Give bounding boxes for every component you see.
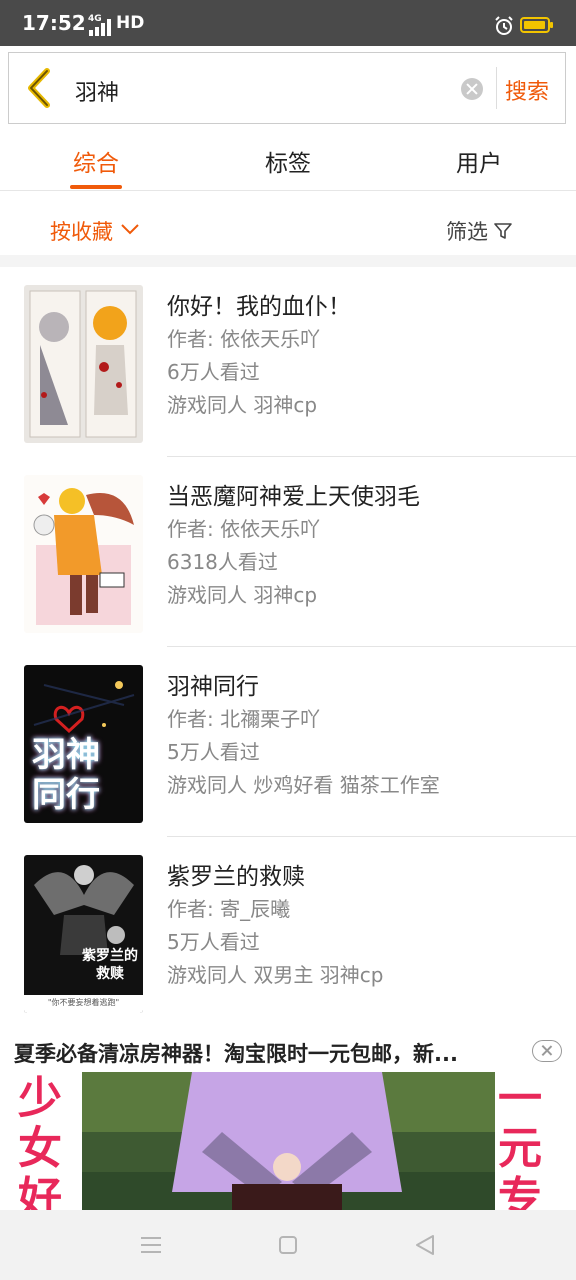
item-author: 作者: 寄_辰曦: [167, 897, 291, 921]
item-views: 6万人看过: [167, 360, 260, 384]
list-item[interactable]: 羽神 同行 羽神同行 作者: 北禰栗子吖 5万人看过 游戏同人 炒鸡好看 猫茶工作…: [0, 647, 576, 837]
home-icon[interactable]: [278, 1235, 298, 1255]
list-item[interactable]: 你好！我的血仆！ 作者: 依依天乐吖 6万人看过 游戏同人 羽神cp: [0, 267, 576, 457]
menu-icon[interactable]: [140, 1235, 162, 1255]
list-item[interactable]: 紫罗兰的 救赎 "你不要妄想着逃跑" 紫罗兰的救赎 作者: 寄_辰曦 5万人看过 …: [0, 837, 576, 1027]
section-gap: [0, 255, 576, 267]
status-time: 17:52: [22, 11, 86, 35]
chevron-down-icon[interactable]: [120, 223, 140, 235]
system-nav-bar: [0, 1210, 576, 1280]
search-input[interactable]: 羽神: [75, 75, 119, 107]
tab-indicator: [70, 185, 122, 189]
back-icon[interactable]: [414, 1234, 436, 1256]
battery-icon: [520, 17, 553, 33]
item-author: 作者: 北禰栗子吖: [167, 707, 321, 731]
filter-button[interactable]: 筛选: [446, 216, 488, 246]
clear-icon[interactable]: [461, 78, 483, 100]
filter-icon[interactable]: [494, 222, 512, 240]
sort-bar: 按收藏 筛选: [0, 191, 576, 255]
ad-banner-left-text: 少女好: [18, 1073, 62, 1211]
signal-icon: [89, 19, 111, 36]
cover-image: 羽神 同行: [24, 665, 143, 823]
item-tags: 游戏同人 双男主 羽神cp: [167, 963, 384, 987]
chevron-left-icon[interactable]: [23, 67, 55, 109]
cover-art: [24, 865, 143, 1013]
ad-banner[interactable]: 少女好 一元专: [0, 1072, 576, 1210]
cover-image: [24, 475, 143, 633]
item-tags: 游戏同人 羽神cp: [167, 583, 318, 607]
cover-caption: "你不要妄想着逃跑": [47, 998, 120, 1007]
item-views: 5万人看过: [167, 740, 260, 764]
search-bar: 羽神 搜索: [8, 52, 566, 124]
item-tags: 游戏同人 炒鸡好看 猫茶工作室: [167, 773, 440, 797]
status-bar: 17:52 4G HD: [0, 0, 576, 46]
tab-users[interactable]: 用户: [419, 144, 539, 178]
item-views: 5万人看过: [167, 930, 260, 954]
ad-photo: [82, 1072, 495, 1210]
divider: [496, 67, 497, 109]
item-title[interactable]: 紫罗兰的救赎: [167, 857, 305, 891]
ad-card[interactable]: 夏季必备清凉房神器！淘宝限时一元包邮，新... 少女好 一元专: [0, 1022, 576, 1210]
ad-banner-right-text: 一元专: [498, 1073, 542, 1211]
tab-bar: 综合 标签 用户: [0, 130, 576, 191]
close-icon[interactable]: [532, 1040, 562, 1062]
ad-title[interactable]: 夏季必备清凉房神器！淘宝限时一元包邮，新...: [14, 1038, 458, 1068]
cover-image: 紫罗兰的 救赎 "你不要妄想着逃跑": [24, 855, 143, 1013]
cover-title: 羽神 同行: [32, 735, 100, 815]
alarm-icon: [495, 16, 513, 35]
search-button[interactable]: 搜索: [505, 74, 549, 106]
item-author: 作者: 依依天乐吖: [167, 327, 321, 351]
item-author: 作者: 依依天乐吖: [167, 517, 321, 541]
sort-dropdown[interactable]: 按收藏: [50, 216, 113, 246]
tab-tags[interactable]: 标签: [228, 144, 348, 178]
item-title[interactable]: 当恶魔阿神爱上天使羽毛: [167, 477, 420, 511]
item-title[interactable]: 你好！我的血仆！: [167, 287, 351, 321]
cover-title: 紫罗兰的 救赎: [82, 948, 138, 982]
list-item[interactable]: 当恶魔阿神爱上天使羽毛 作者: 依依天乐吖 6318人看过 游戏同人 羽神cp: [0, 457, 576, 647]
item-tags: 游戏同人 羽神cp: [167, 393, 318, 417]
tab-comprehensive[interactable]: 综合: [36, 144, 156, 178]
item-views: 6318人看过: [167, 550, 278, 574]
item-title[interactable]: 羽神同行: [167, 667, 259, 701]
cover-image: [24, 285, 143, 443]
hd-label: HD: [116, 13, 145, 33]
